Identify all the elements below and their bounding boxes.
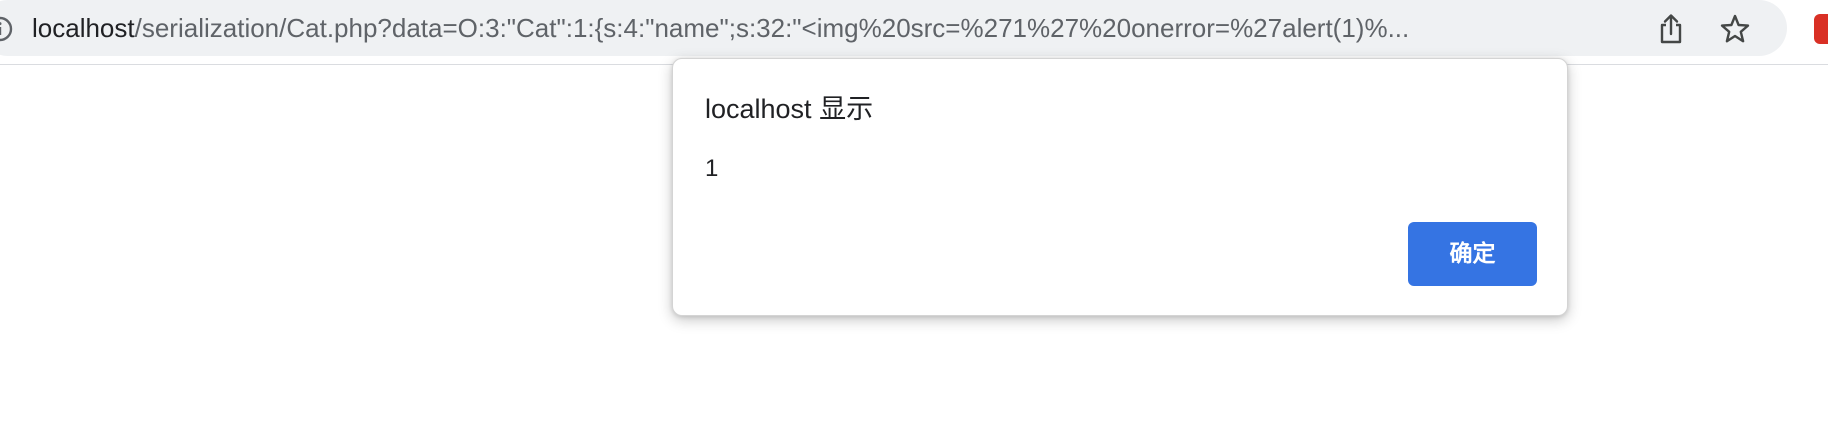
url-host: localhost [32,13,135,43]
info-icon[interactable] [0,15,14,43]
extension-icon[interactable] [1814,14,1828,44]
url-path: /serialization/Cat.php?data=O:3:"Cat":1:… [134,13,1410,43]
ok-button[interactable]: 确定 [1408,222,1537,286]
alert-dialog: localhost 显示 1 确定 [672,58,1568,316]
url-text[interactable]: localhost/serialization/Cat.php?data=O:3… [32,11,1622,45]
dialog-message: 1 [705,155,719,182]
share-icon[interactable] [1656,13,1686,45]
address-bar[interactable]: localhost/serialization/Cat.php?data=O:3… [0,0,1787,56]
star-icon[interactable] [1719,13,1751,45]
dialog-title: localhost 显示 [705,94,874,124]
browser-toolbar: localhost/serialization/Cat.php?data=O:3… [0,0,1828,65]
